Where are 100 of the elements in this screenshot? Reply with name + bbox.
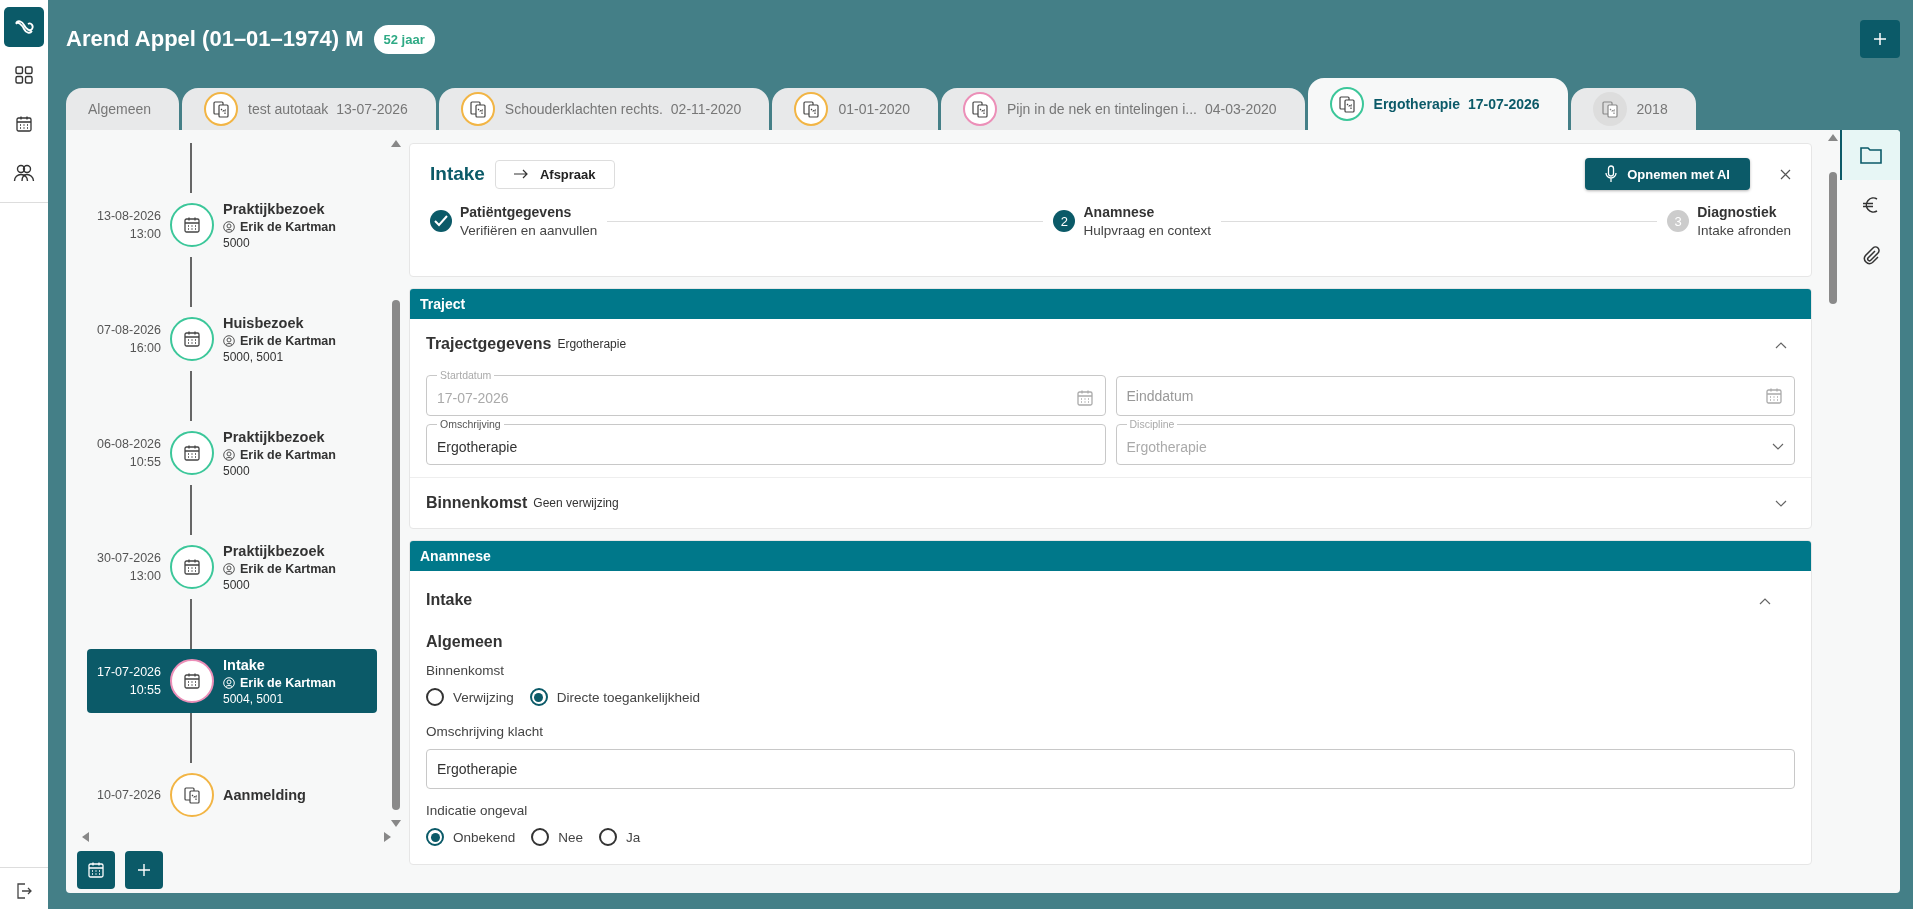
section-subtitle: Geen verwijzing: [533, 496, 619, 510]
appointment-title: Intake: [223, 656, 266, 673]
record-ai-button[interactable]: Opnemen met AI: [1585, 158, 1750, 190]
tab[interactable]: Pijn in de nek en tintelingen i... 04-03-2020: [941, 88, 1305, 130]
document-icon: [211, 99, 232, 119]
radio-button[interactable]: [426, 688, 444, 706]
radio-button[interactable]: [426, 828, 444, 846]
field-label: Omschrijving: [439, 418, 502, 430]
chevron-up-icon[interactable]: [1775, 341, 1787, 349]
calendar-icon: [182, 671, 202, 691]
form-title: Intake: [430, 163, 485, 185]
treatment-codes: 5000: [223, 577, 251, 592]
timeline-item[interactable]: 10-07-2026 Aanmelding: [87, 763, 377, 827]
tab[interactable]: Ergotherapie 17-07-2026: [1307, 78, 1568, 130]
radio-option[interactable]: Nee: [531, 828, 584, 846]
logo-icon[interactable]: [4, 7, 44, 47]
person-icon: [223, 334, 235, 347]
radio-option[interactable]: Ja: [599, 828, 641, 846]
field-label: Startdatum: [439, 369, 493, 381]
close-icon[interactable]: [1780, 168, 1791, 180]
calendar-icon: [1074, 388, 1095, 408]
paperclip-icon: [1861, 245, 1881, 265]
chevron-down-icon[interactable]: [1775, 500, 1787, 508]
step-subtitle: Intake afronden: [1697, 223, 1791, 238]
step-title: Patiëntgegevens: [460, 204, 573, 220]
step-title: Anamnese: [1083, 204, 1156, 220]
tab[interactable]: test autotaak 13-07-2026: [182, 88, 436, 130]
timeline-item[interactable]: 07-08-2026 16:00 Huisbezoek Erik de Kartman 5000, 5001: [87, 307, 377, 371]
question-label: Omschrijving klacht: [426, 724, 545, 739]
add-button[interactable]: [125, 851, 163, 889]
radio-button[interactable]: [599, 828, 618, 846]
input-field[interactable]: Ergotherapie: [426, 749, 1795, 789]
appointment-datetime: 13-08-2026 13:00: [96, 208, 161, 243]
radio-option[interactable]: Directe toegankelijkheid: [529, 688, 701, 706]
timeline-item[interactable]: 17-07-2026 10:55 Intake Erik de Kartman 5004, 5001: [87, 649, 377, 713]
radio-option[interactable]: Onbekend: [426, 828, 516, 846]
person-icon: [223, 562, 235, 575]
plus-icon: [1873, 32, 1887, 46]
appointment-datetime: 10-07-2026: [96, 787, 161, 804]
logout-icon[interactable]: [15, 882, 33, 900]
section-header: Anamnese: [410, 541, 1811, 571]
appointment-datetime: 06-08-2026 10:55: [96, 436, 161, 471]
folder-button[interactable]: [1840, 130, 1900, 180]
radio-option[interactable]: Verwijzing: [426, 688, 514, 706]
therapist-name: Erik de Kartman: [240, 675, 336, 690]
chevron-down-icon[interactable]: [1772, 443, 1784, 451]
appointment-title: Praktijkbezoek: [223, 200, 326, 217]
chevron-up-icon[interactable]: [1759, 597, 1771, 605]
tab[interactable]: 01-01-2020: [772, 88, 939, 130]
appointment-datetime: 17-07-2026 10:55: [96, 664, 161, 699]
timeline-item[interactable]: 06-08-2026 10:55 Praktijkbezoek Erik de Kartman 5000: [87, 421, 377, 485]
tab[interactable]: 2018: [1570, 88, 1696, 130]
timeline-item[interactable]: 30-07-2026 13:00 Praktijkbezoek Erik de Kartman 5000: [87, 535, 377, 599]
scroll-down-icon[interactable]: [391, 820, 401, 827]
section-title: Trajectgegevens: [426, 335, 552, 353]
scroll-left-icon[interactable]: [82, 832, 89, 842]
appointment-title: Aanmelding: [223, 787, 307, 803]
tab[interactable]: Algemeen: [66, 88, 180, 130]
calendar-icon: [14, 114, 34, 134]
scroll-up-icon[interactable]: [391, 140, 401, 147]
treatment-codes: 5000: [223, 235, 251, 250]
input-field[interactable]: Omschrijving Ergotherapie: [426, 418, 1106, 465]
section-header: Traject: [410, 289, 1811, 319]
therapist-name: Erik de Kartman: [240, 447, 336, 462]
scroll-up-icon[interactable]: [1828, 134, 1838, 141]
treatment-codes: 5000: [223, 463, 251, 478]
step-subtitle: Hulpvraag en context: [1083, 223, 1212, 238]
folder-icon: [1860, 146, 1882, 164]
person-icon: [223, 448, 235, 461]
therapist-name: Erik de Kartman: [240, 561, 336, 576]
timeline-item[interactable]: 13-08-2026 13:00 Praktijkbezoek Erik de Kartman 5000: [87, 193, 377, 257]
scroll-right-icon[interactable]: [384, 832, 391, 842]
field-label: Discipline: [1128, 418, 1176, 430]
text-input[interactable]: Ergotherapie: [437, 430, 1095, 464]
microphone-icon: [1605, 165, 1618, 183]
calendar-icon: [182, 329, 202, 349]
document-icon: [801, 99, 822, 119]
calendar-icon: [1764, 386, 1784, 406]
step-subtitle: Verifiëren en aanvullen: [460, 223, 598, 238]
step-number: 2: [1053, 210, 1076, 232]
tab[interactable]: Schouderklachten rechts. 02-11-2020: [438, 88, 770, 130]
step-title: Diagnostiek: [1697, 204, 1778, 220]
scrollbar-thumb[interactable]: [392, 300, 400, 810]
section-title: Binnenkomst: [426, 494, 528, 512]
radio-button[interactable]: [529, 688, 548, 706]
add-button[interactable]: [1860, 20, 1900, 58]
patient-name: Arend Appel (01–01–1974) M: [66, 26, 364, 52]
scrollbar-thumb[interactable]: [1829, 172, 1837, 304]
calendar-button[interactable]: [77, 851, 115, 889]
therapist-name: Erik de Kartman: [240, 219, 336, 234]
appointment-link-button[interactable]: Afspraak: [494, 159, 615, 189]
question-label: Binnenkomst: [426, 663, 506, 678]
appointment-datetime: 07-08-2026 16:00: [96, 322, 161, 357]
appointment-datetime: 30-07-2026 13:00: [96, 550, 161, 585]
person-icon: [223, 676, 235, 689]
calendar-icon: [86, 860, 106, 880]
section-subtitle: Ergotherapie: [557, 337, 627, 351]
radio-button[interactable]: [531, 828, 550, 846]
age-badge: 52 jaar: [373, 24, 435, 54]
calendar-icon: [182, 443, 202, 463]
